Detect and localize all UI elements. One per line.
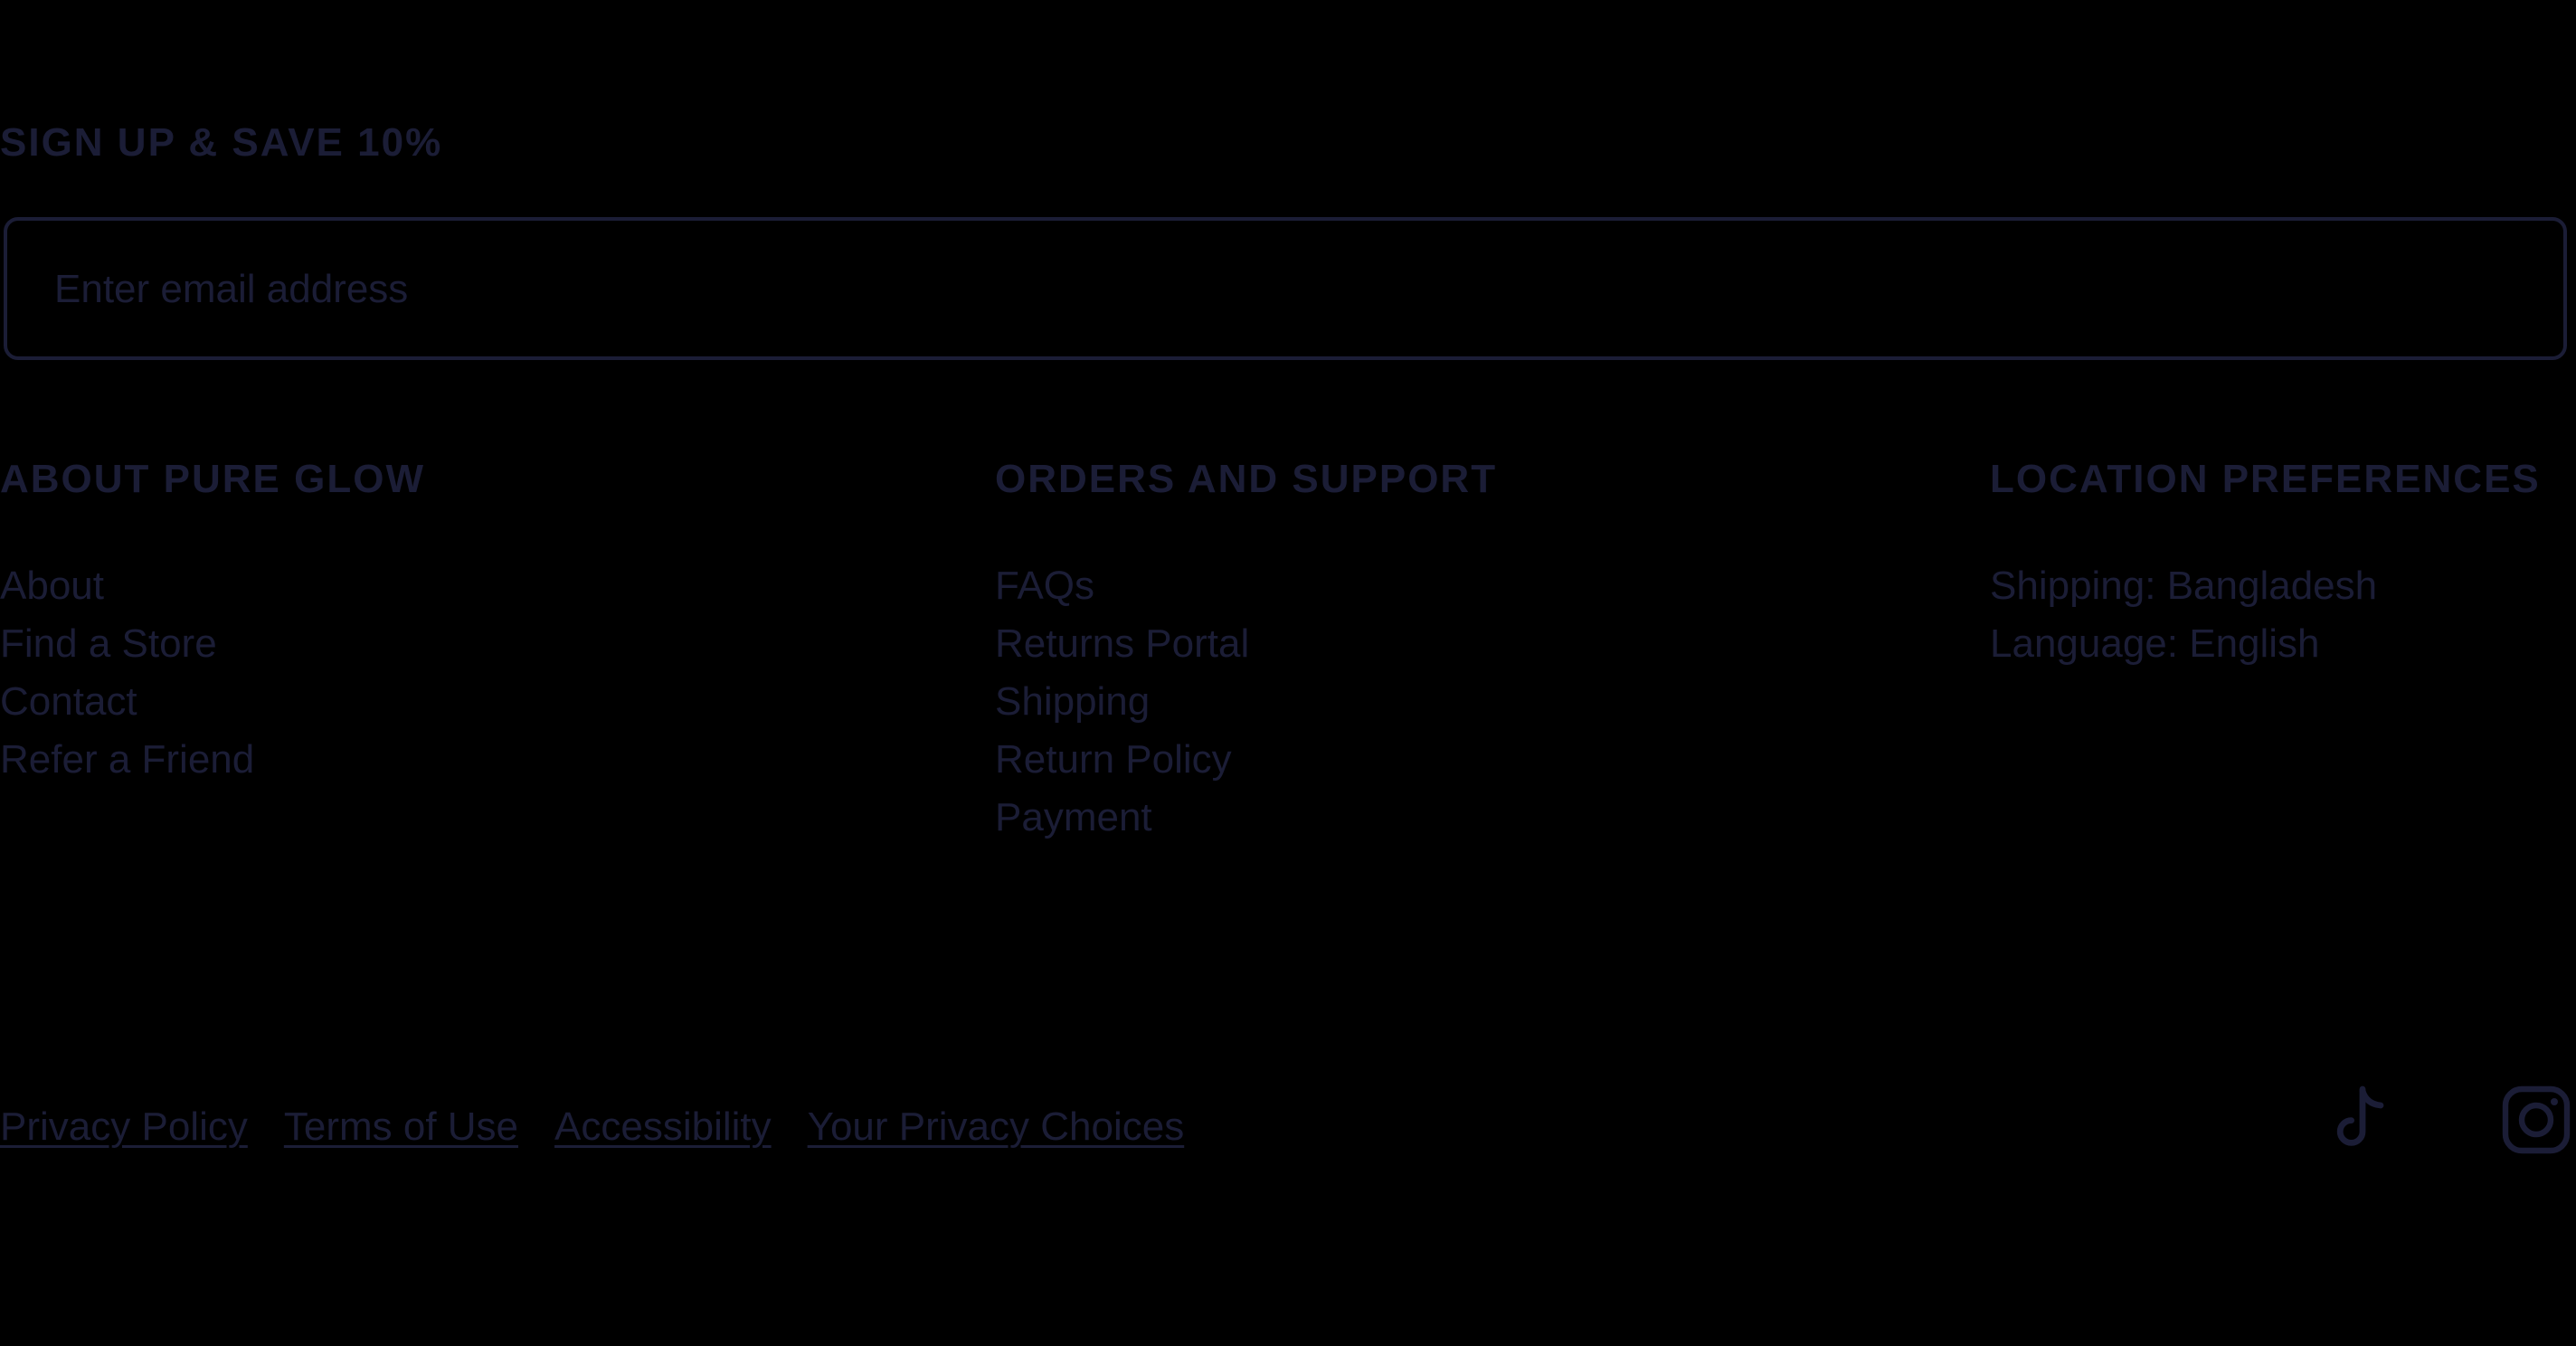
column-heading-location: LOCATION PREFERENCES	[1990, 457, 2541, 501]
about-links: About Find a Store Contact Refer a Frien…	[0, 557, 425, 789]
orders-links: FAQs Returns Portal Shipping Return Poli…	[995, 557, 1497, 847]
legal-link-privacy-choices[interactable]: Your Privacy Choices	[808, 1100, 1185, 1154]
column-heading-about: ABOUT PURE GLOW	[0, 457, 425, 501]
footer-link-find-a-store[interactable]: Find a Store	[0, 615, 425, 673]
tiktok-icon	[2332, 1085, 2390, 1154]
location-links: Shipping: Bangladesh Language: English	[1990, 557, 2541, 673]
footer-link-faqs[interactable]: FAQs	[995, 557, 1497, 615]
legal-link-terms-of-use[interactable]: Terms of Use	[284, 1100, 518, 1154]
instagram-link[interactable]	[2500, 1082, 2572, 1158]
footer-column-orders: ORDERS AND SUPPORT FAQs Returns Portal S…	[995, 452, 1497, 847]
footer-column-about: ABOUT PURE GLOW About Find a Store Conta…	[0, 452, 425, 789]
column-heading-orders: ORDERS AND SUPPORT	[995, 457, 1498, 501]
tiktok-link[interactable]	[2325, 1082, 2397, 1158]
footer-column-location: LOCATION PREFERENCES Shipping: Banglades…	[1990, 452, 2541, 673]
footer-link-returns-portal[interactable]: Returns Portal	[995, 615, 1497, 673]
footer-link-contact[interactable]: Contact	[0, 673, 425, 731]
email-field-container[interactable]	[4, 217, 2567, 360]
shipping-country-selector[interactable]: Shipping: Bangladesh	[1990, 557, 2541, 615]
instagram-icon	[2500, 1084, 2572, 1156]
footer-link-return-policy[interactable]: Return Policy	[995, 731, 1497, 789]
signup-heading: SIGN UP & SAVE 10%	[0, 120, 443, 165]
footer-link-payment[interactable]: Payment	[995, 789, 1497, 847]
legal-link-accessibility[interactable]: Accessibility	[554, 1100, 772, 1154]
language-selector[interactable]: Language: English	[1990, 615, 2541, 673]
email-input[interactable]	[52, 257, 2498, 322]
footer-link-about[interactable]: About	[0, 557, 425, 615]
footer-link-shipping[interactable]: Shipping	[995, 673, 1497, 731]
footer-link-refer-a-friend[interactable]: Refer a Friend	[0, 731, 425, 789]
legal-links: Privacy Policy Terms of Use Accessibilit…	[0, 1100, 1184, 1154]
legal-link-privacy-policy[interactable]: Privacy Policy	[0, 1100, 248, 1154]
